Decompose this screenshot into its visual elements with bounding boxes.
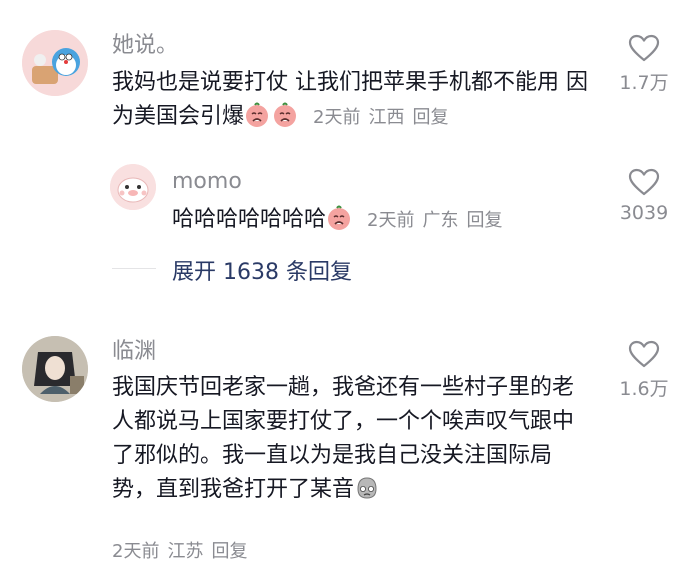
reply-location: 广东 bbox=[422, 210, 459, 231]
reply-button[interactable]: 回复 bbox=[412, 107, 448, 128]
comment-location: 江苏 bbox=[167, 541, 204, 562]
like-count: 1.7万 bbox=[619, 72, 669, 94]
comment-meta: 2天前 江西 回复 bbox=[313, 107, 456, 128]
comment-text-content: 我国庆节回老家一趟，我爸还有一些村子里的老人都说马上国家要打仗了，一个个唉声叹气… bbox=[112, 375, 575, 502]
heart-icon bbox=[628, 168, 660, 196]
crying-face-icon bbox=[246, 102, 269, 127]
reply-button[interactable]: 回复 bbox=[211, 541, 247, 562]
like-count: 1.6万 bbox=[619, 378, 669, 400]
like-count: 3039 bbox=[619, 202, 669, 224]
pig-avatar-icon bbox=[110, 164, 156, 210]
avatar[interactable] bbox=[22, 30, 88, 96]
crying-face-icon bbox=[274, 102, 297, 127]
comment-time: 2天前 bbox=[313, 107, 361, 128]
comment-meta: 2天前 江苏 回复 bbox=[112, 537, 255, 563]
like-button[interactable]: 1.7万 bbox=[616, 34, 672, 95]
comment-text: 我国庆节回老家一趟，我爸还有一些村子里的老人都说马上国家要打仗了，一个个唉声叹气… bbox=[112, 371, 582, 507]
reply-time: 2天前 bbox=[367, 210, 415, 231]
like-button[interactable]: 3039 bbox=[616, 168, 672, 224]
pensive-face-icon bbox=[357, 477, 377, 499]
heart-icon bbox=[628, 340, 660, 368]
heart-icon bbox=[628, 34, 660, 62]
reply-text-content: 哈哈哈哈哈哈哈 bbox=[172, 207, 327, 232]
comment-time: 2天前 bbox=[112, 541, 160, 562]
anime-character-avatar-icon bbox=[22, 336, 88, 402]
avatar[interactable] bbox=[22, 336, 88, 402]
reply-meta: 2天前 广东 回复 bbox=[367, 210, 510, 231]
comment-author[interactable]: 她说。 bbox=[112, 32, 178, 60]
comment-location: 江西 bbox=[368, 107, 405, 128]
divider bbox=[112, 268, 156, 269]
expand-replies-link[interactable]: 展开 1638 条回复 bbox=[172, 254, 352, 286]
avatar[interactable] bbox=[110, 164, 156, 210]
crying-face-icon bbox=[328, 205, 351, 230]
reply-button[interactable]: 回复 bbox=[466, 210, 502, 231]
doraemon-avatar-icon bbox=[22, 30, 88, 96]
reply-text: 哈哈哈哈哈哈哈 2天前 广东 回复 bbox=[172, 203, 592, 238]
reply-author[interactable]: momo bbox=[172, 168, 242, 196]
comment-text: 我妈也是说要打仗 让我们把苹果手机都不能用 因为美国会引爆 2天前 江西 回复 bbox=[112, 66, 592, 135]
like-button[interactable]: 1.6万 bbox=[616, 340, 672, 401]
comment-author[interactable]: 临渊 bbox=[112, 338, 156, 366]
